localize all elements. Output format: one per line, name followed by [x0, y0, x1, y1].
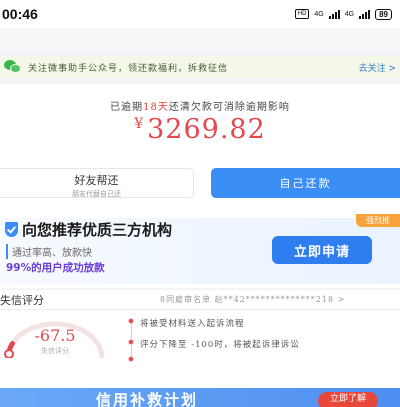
- banner-title: 信用补救计划: [96, 391, 199, 407]
- timeline-item: 将被受材料送入起诉流程: [140, 319, 245, 329]
- recommendation-card[interactable]: 向您推荐优质三方机构 强烈推 通过率高、放款快 99%的用户成功放款 立即申请: [0, 214, 400, 288]
- credit-header: 失信评分 8同雇审名单 赵**42**************218 >: [0, 290, 400, 308]
- overdue-days: 18天: [143, 102, 169, 113]
- repayment-card: 已逾期18天还清欠款可消除逾期影响 ¥3269.82 好友帮还 朋友代替自己还 …: [0, 84, 400, 214]
- hd-indicator: HD: [294, 9, 310, 19]
- battery-indicator: 89: [375, 8, 392, 20]
- credit-rescue-banner[interactable]: 信用补救计划 立即了解: [0, 388, 400, 407]
- recommendation-title: 向您推荐优质三方机构: [22, 221, 173, 239]
- credit-score-label: 失信评分: [41, 347, 69, 355]
- timeline-item: 评分下降至 -100时，将被起诉律诉讼: [140, 340, 300, 350]
- friend-repay-label: 好友帮还: [74, 174, 119, 187]
- credit-score-card: 失信评分 8同雇审名单 赵**42**************218 > -67…: [0, 290, 400, 390]
- overdue-notice: 已逾期18天还清欠款可消除逾期影响: [0, 98, 400, 113]
- credit-score-value: -67.5: [34, 326, 76, 345]
- header-spacer: [0, 28, 400, 50]
- status-indicators: HD 4G 4G 89: [294, 8, 392, 20]
- learn-now-button[interactable]: 立即了解: [318, 392, 378, 407]
- credit-id-link[interactable]: 8同雇审名单 赵**42**************218 >: [160, 294, 345, 305]
- amount-value: 3269.82: [147, 114, 266, 145]
- recommendation-feature: 通过率高、放款快: [6, 244, 92, 259]
- recommend-badge: 强烈推: [356, 214, 400, 227]
- signal-icon-2: [359, 9, 371, 19]
- repay-amount: ¥3269.82: [0, 114, 400, 145]
- overdue-prefix: 已逾期: [110, 102, 144, 113]
- friend-repay-button[interactable]: 好友帮还 朋友代替自己还: [0, 168, 194, 198]
- shield-check-icon: [5, 222, 18, 237]
- self-repay-button[interactable]: 自己还款: [211, 168, 400, 198]
- friend-repay-sub: 朋友代替自己还: [72, 190, 121, 198]
- follow-link[interactable]: 去关注 >: [359, 61, 396, 74]
- network-4g-indicator-2: 4G: [344, 10, 355, 18]
- timeline-dot: [128, 356, 134, 362]
- timeline-dot: [128, 318, 134, 324]
- status-time: 00:46: [2, 6, 38, 22]
- network-4g-indicator: 4G: [314, 10, 324, 18]
- overdue-suffix: 还清欠款可消除逾期影响: [168, 102, 290, 113]
- status-bar: 00:46 HD 4G 4G 89: [0, 0, 400, 28]
- timeline-dot: [128, 339, 134, 345]
- apply-now-button[interactable]: 立即申请: [272, 236, 372, 264]
- recommendation-success-rate: 99%的用户成功放款: [6, 262, 105, 274]
- credit-title: 失信评分: [0, 294, 44, 307]
- signal-icon: [328, 9, 340, 19]
- divider: [0, 309, 400, 310]
- currency-symbol: ¥: [134, 116, 144, 132]
- wechat-icon: [4, 59, 22, 75]
- wechat-notice-bar[interactable]: 关注微事助手公众号，领还款福利，拆救征信 去关注 >: [0, 56, 400, 78]
- notice-text: 关注微事助手公众号，领还款福利，拆救征信: [28, 63, 229, 74]
